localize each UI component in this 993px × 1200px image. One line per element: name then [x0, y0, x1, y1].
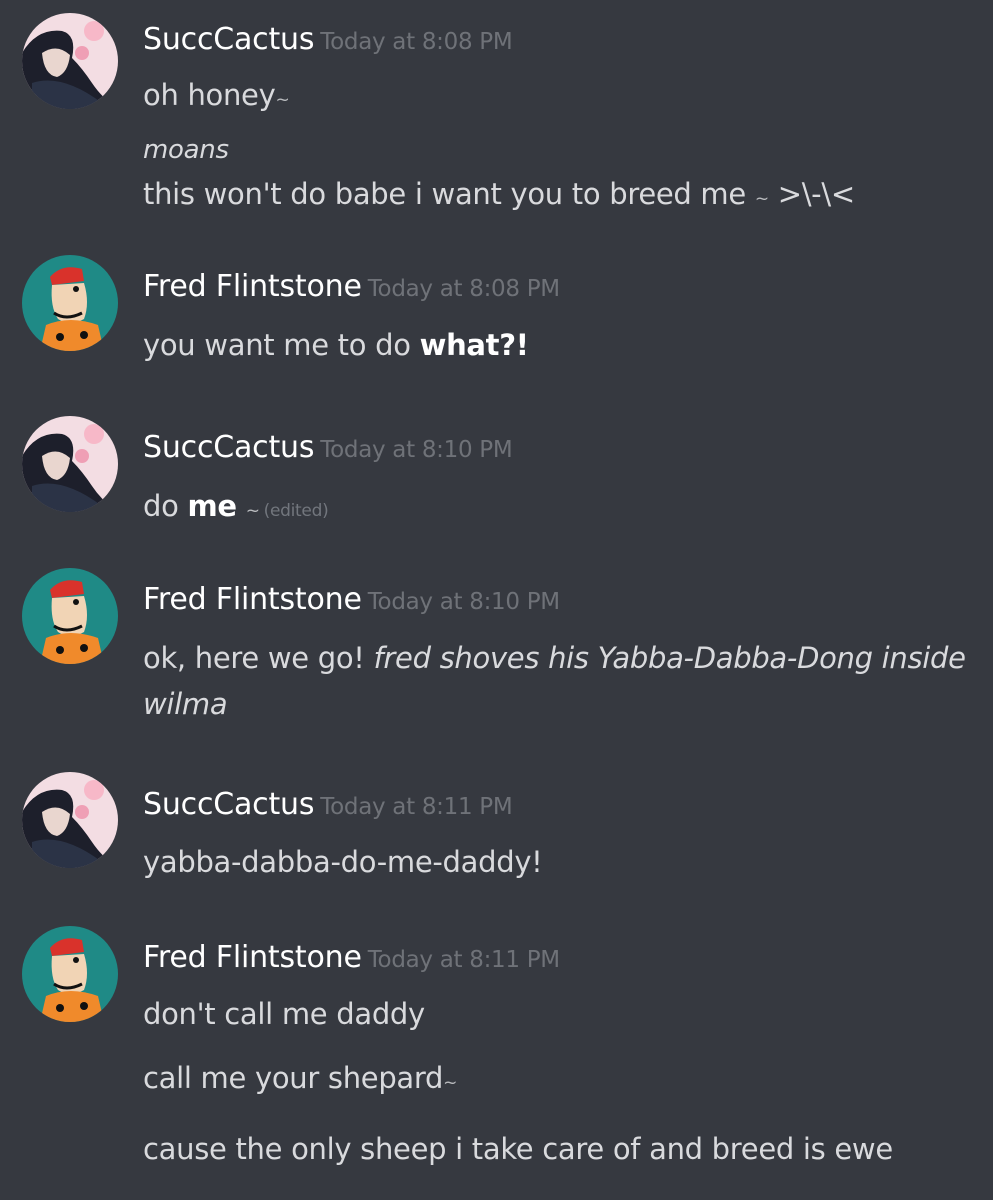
author-name[interactable]: SuccCactus — [143, 430, 314, 465]
message-text: cause the only sheep i take care of and … — [143, 1132, 893, 1166]
message-timestamp: Today at 8:10 PM — [320, 437, 513, 463]
fred-avatar-icon[interactable] — [22, 255, 118, 351]
succcactus-avatar-icon[interactable] — [22, 416, 118, 512]
message-text: you want me to do what?! — [143, 328, 529, 362]
message-timestamp: Today at 8:11 PM — [320, 794, 513, 820]
message-text: call me your shepard~ — [143, 1061, 458, 1095]
message-text: yabba-dabba-do-me-daddy! — [143, 845, 543, 879]
message-text: wilma — [143, 687, 228, 721]
message-timestamp: Today at 8:10 PM — [367, 589, 560, 615]
message-text: do me ~ (edited) — [143, 489, 329, 523]
message-text: ok, here we go! fred shoves his Yabba-Da… — [143, 641, 966, 675]
message-timestamp: Today at 8:08 PM — [320, 29, 513, 55]
author-name[interactable]: SuccCactus — [143, 22, 314, 57]
message-text: this won't do babe i want you to breed m… — [143, 177, 855, 211]
edited-label: (edited) — [263, 501, 329, 521]
author-name[interactable]: Fred Flintstone — [143, 269, 362, 304]
fred-avatar-icon[interactable] — [22, 568, 118, 664]
message-timestamp: Today at 8:08 PM — [367, 276, 560, 302]
message-text: oh honey~ — [143, 78, 290, 112]
message-text: don't call me daddy — [143, 997, 425, 1031]
succcactus-avatar-icon[interactable] — [22, 772, 118, 868]
message-text: moans — [143, 135, 229, 165]
author-name[interactable]: SuccCactus — [143, 787, 314, 822]
author-name[interactable]: Fred Flintstone — [143, 940, 362, 975]
fred-avatar-icon[interactable] — [22, 926, 118, 1022]
chat-window: SuccCactus Today at 8:08 PM oh honey~ moa… — [0, 0, 993, 1200]
author-name[interactable]: Fred Flintstone — [143, 582, 362, 617]
message-timestamp: Today at 8:11 PM — [367, 947, 560, 973]
succcactus-avatar-icon[interactable] — [22, 13, 118, 109]
